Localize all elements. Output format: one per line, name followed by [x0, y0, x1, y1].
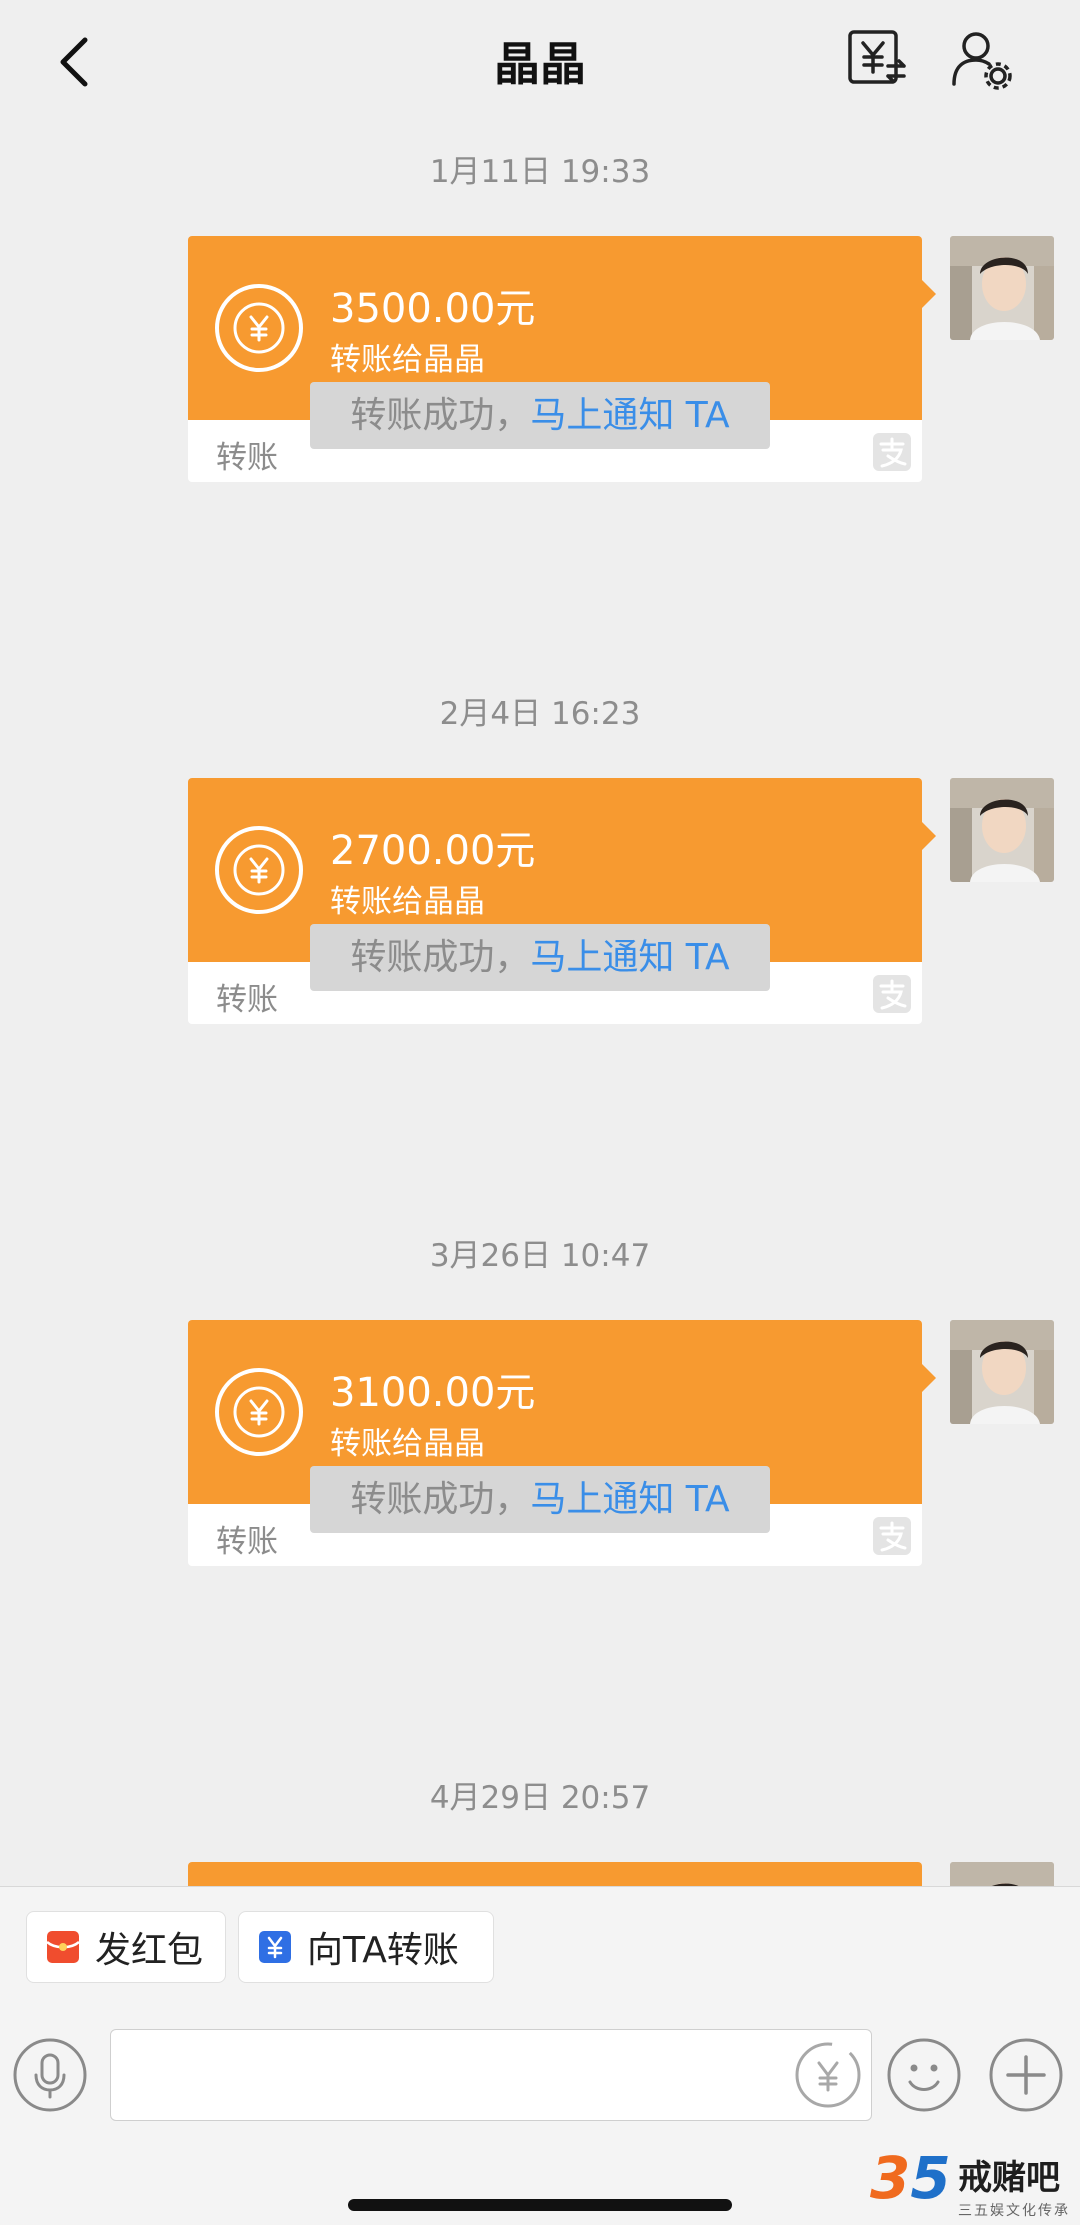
watermark-number-a: 3 — [870, 2144, 911, 2212]
message-timestamp: 3月26日 10:47 — [429, 1238, 651, 1274]
more-options-button[interactable] — [988, 2037, 1064, 2113]
notice-text: 转账成功， — [350, 937, 531, 978]
avatar[interactable] — [950, 1862, 1054, 1886]
alipay-icon — [873, 433, 911, 471]
chat-header: 晶晶 — [0, 0, 1080, 118]
transfer-record-button[interactable] — [844, 26, 910, 92]
transfer-to-ta-button[interactable]: 向TA转账 — [238, 1911, 494, 1983]
message-timestamp: 2月4日 16:23 — [439, 696, 641, 732]
transfer-card[interactable] — [188, 1862, 922, 1886]
notify-link[interactable]: 马上通知 TA — [530, 937, 729, 978]
microphone-icon — [13, 2038, 87, 2112]
notify-link[interactable]: 马上通知 TA — [530, 395, 729, 436]
transfer-amount: 2700.00元 — [330, 828, 536, 874]
transfer-success-notice: 转账成功，马上通知 TA — [310, 924, 770, 991]
transfer-success-notice: 转账成功，马上通知 TA — [310, 382, 770, 449]
transfer-recipient: 转账给晶晶 — [330, 1426, 485, 1462]
avatar[interactable] — [950, 236, 1054, 340]
transfer-amount: 3100.00元 — [330, 1370, 536, 1416]
alipay-icon — [873, 1517, 911, 1555]
watermark-number-b: 5 — [910, 2144, 951, 2212]
notify-link[interactable]: 马上通知 TA — [530, 1479, 729, 1520]
emoji-button[interactable] — [886, 2037, 962, 2113]
watermark-name: 戒赌吧 — [958, 2158, 1060, 2198]
transfer-amount: 3500.00元 — [330, 286, 536, 332]
message-timestamp: 4月29日 20:57 — [429, 1780, 651, 1816]
send-red-packet-button[interactable]: 发红包 — [26, 1911, 226, 1983]
transfer-label: 向TA转账 — [307, 1930, 459, 1971]
transfer-recipient: 转账给晶晶 — [330, 884, 485, 920]
yuan-transfer-icon — [215, 826, 303, 914]
transfer-type-label: 转账 — [216, 982, 278, 1018]
yuan-transfer-icon — [848, 30, 906, 84]
transfer-recipient: 转账给晶晶 — [330, 342, 485, 378]
transfer-type-label: 转账 — [216, 1524, 278, 1560]
red-packet-icon — [46, 1931, 80, 1963]
avatar-image — [950, 778, 1054, 882]
user-settings-icon — [952, 32, 1012, 90]
yuan-transfer-icon[interactable] — [793, 2040, 863, 2110]
yuan-transfer-icon — [215, 1368, 303, 1456]
bubble-tail — [922, 822, 936, 850]
page-title: 晶晶 — [494, 37, 586, 91]
transfer-type-label: 转账 — [216, 440, 278, 476]
transfer-success-notice: 转账成功，马上通知 TA — [310, 1466, 770, 1533]
avatar[interactable] — [950, 1320, 1054, 1424]
notice-text: 转账成功， — [350, 395, 531, 436]
avatar-image — [950, 1320, 1054, 1424]
message-input[interactable] — [110, 2029, 872, 2121]
watermark-logo: 35 戒赌吧 三五娱文化传承 — [870, 2144, 1080, 2224]
avatar-image — [950, 236, 1054, 340]
alipay-icon — [873, 975, 911, 1013]
watermark-number: 35 — [870, 2144, 951, 2212]
bubble-tail — [922, 280, 936, 308]
bubble-tail — [922, 1364, 936, 1392]
red-packet-label: 发红包 — [95, 1930, 204, 1971]
avatar[interactable] — [950, 778, 1054, 882]
chat-settings-button[interactable] — [948, 26, 1014, 92]
watermark-subtitle: 三五娱文化传承 — [958, 2203, 1070, 2219]
chat-message-list[interactable]: 1月11日 19:33 3500.00元 转账给晶晶 转账 转账成功，马上通知 … — [0, 118, 1080, 1886]
yuan-transfer-icon — [215, 284, 303, 372]
voice-input-button[interactable] — [12, 2037, 88, 2113]
plus-icon — [989, 2038, 1063, 2112]
smiley-icon — [887, 2038, 961, 2112]
home-indicator[interactable] — [348, 2199, 732, 2211]
notice-text: 转账成功， — [350, 1479, 531, 1520]
chat-screen: 晶晶 1月11日 19:33 3500.00元 转账给晶晶 转账 转账成功，马上… — [0, 0, 1080, 2225]
avatar-image — [950, 1862, 1054, 1886]
transfer-card-body — [188, 1862, 922, 1886]
yuan-transfer-icon — [259, 1931, 291, 1963]
message-timestamp: 1月11日 19:33 — [429, 154, 651, 190]
